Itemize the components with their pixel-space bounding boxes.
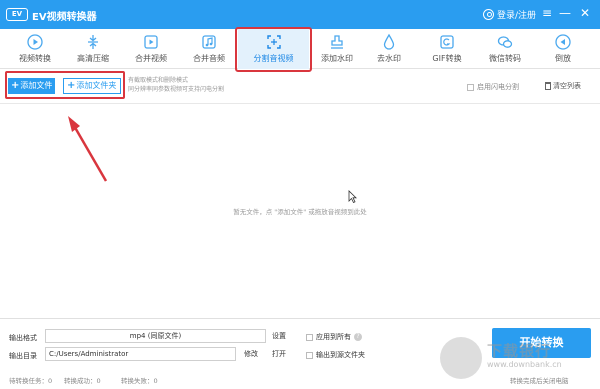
file-action-bar: +添加文件 +添加文件夹 有截取模式和删除模式 同分辨率同参数视频可支持闪电分割… bbox=[0, 70, 600, 104]
help-icon[interactable]: ? bbox=[354, 333, 362, 341]
tool-label: GIF转换 bbox=[432, 54, 462, 63]
settings-button[interactable]: 设置 bbox=[272, 329, 286, 343]
clear-list-label: 清空列表 bbox=[553, 82, 581, 90]
login-register-button[interactable]: 登录/注册 bbox=[483, 8, 536, 21]
minimize-icon[interactable]: — bbox=[558, 6, 572, 20]
tool-merge-audio[interactable]: 合并音频 bbox=[180, 29, 238, 69]
tool-label: 合并音频 bbox=[193, 54, 225, 63]
tool-video-convert[interactable]: 视频转换 bbox=[6, 29, 64, 69]
output-to-source-checkbox[interactable]: 输出到源文件夹 bbox=[306, 350, 365, 360]
watermark-logo bbox=[440, 337, 482, 379]
close-icon[interactable]: ✕ bbox=[578, 6, 592, 20]
flash-split-checkbox[interactable]: 启用闪电分割 bbox=[467, 82, 519, 92]
add-file-button[interactable]: +添加文件 bbox=[8, 78, 55, 94]
clear-list-button[interactable]: 清空列表 bbox=[545, 81, 581, 91]
merge-video-icon bbox=[144, 35, 158, 49]
tool-label: 合并视频 bbox=[135, 54, 167, 63]
output-format-label: 输出格式 bbox=[9, 334, 37, 342]
tool-compress[interactable]: 高清压缩 bbox=[64, 29, 122, 69]
login-label: 登录/注册 bbox=[497, 11, 537, 21]
split-icon bbox=[266, 35, 281, 49]
wechat-icon bbox=[497, 36, 513, 48]
trash-icon bbox=[545, 82, 551, 90]
remove-watermark-icon bbox=[383, 33, 395, 50]
app-logo: EV bbox=[6, 8, 28, 21]
add-folder-label: 添加文件夹 bbox=[76, 81, 117, 90]
add-folder-button[interactable]: +添加文件夹 bbox=[63, 78, 121, 94]
user-icon bbox=[483, 9, 494, 20]
checkbox-box bbox=[467, 83, 474, 91]
gif-icon bbox=[440, 35, 454, 49]
reverse-icon bbox=[555, 34, 571, 50]
tool-label: 倒放 bbox=[555, 54, 571, 63]
tool-merge-video[interactable]: 合并视频 bbox=[122, 29, 180, 69]
tool-split[interactable]: 分割音视频 bbox=[238, 29, 309, 69]
tool-label: 高清压缩 bbox=[77, 54, 109, 63]
watermark-name: 下载银行 bbox=[487, 342, 552, 360]
output-dir-input[interactable]: C:/Users/Administrator bbox=[45, 347, 236, 361]
watermark-stamp-icon bbox=[331, 35, 343, 49]
merge-audio-icon bbox=[202, 35, 216, 49]
empty-list-message: 暂无文件，点 "添加文件" 或拖放音视频到此处 bbox=[233, 208, 367, 216]
hint-line-1: 有截取模式和删除模式 bbox=[128, 77, 189, 84]
after-convert-shutdown-label[interactable]: 转换完成后关闭电脑 bbox=[510, 375, 569, 385]
mouse-cursor-icon bbox=[348, 190, 357, 203]
menu-icon[interactable]: ≡ bbox=[540, 6, 554, 20]
tool-label: 分割音视频 bbox=[253, 54, 294, 63]
output-format-select[interactable]: mp4 (同原文件) bbox=[45, 329, 266, 343]
checkbox-box bbox=[306, 333, 313, 341]
tool-add-watermark[interactable]: 添加水印 bbox=[308, 29, 366, 69]
feature-toolbar: 视频转换 高清压缩 合并视频 合并音频 分割音视频 添加水印 去水印 GIF转换… bbox=[0, 29, 600, 69]
compress-icon bbox=[88, 35, 98, 49]
video-convert-icon bbox=[27, 34, 43, 50]
app-title: EV视频转换器 bbox=[32, 12, 97, 23]
tool-wechat[interactable]: 微信转码 bbox=[476, 29, 534, 69]
tool-gif[interactable]: GIF转换 bbox=[418, 29, 476, 69]
tool-label: 视频转换 bbox=[19, 54, 51, 63]
add-file-label: 添加文件 bbox=[20, 81, 53, 90]
plus-icon: + bbox=[67, 80, 76, 91]
watermark-url: www.downbank.cn bbox=[487, 360, 562, 369]
tool-label: 微信转码 bbox=[489, 54, 521, 63]
status-success: 转换成功：0 bbox=[64, 377, 101, 385]
tool-remove-watermark[interactable]: 去水印 bbox=[360, 29, 418, 69]
tool-label: 添加水印 bbox=[321, 54, 353, 63]
mode-hint: 有截取模式和删除模式 同分辨率同参数视频可支持闪电分割 bbox=[128, 76, 224, 94]
status-pending: 待转换任务：0 bbox=[9, 377, 53, 385]
hint-line-2: 同分辨率同参数视频可支持闪电分割 bbox=[128, 86, 225, 93]
tool-label: 去水印 bbox=[377, 54, 401, 63]
status-failed: 转换失败：0 bbox=[121, 377, 158, 385]
flash-split-label: 启用闪电分割 bbox=[477, 83, 519, 91]
modify-dir-button[interactable]: 修改 bbox=[244, 347, 258, 361]
apply-all-checkbox[interactable]: 应用到所有 ? bbox=[306, 332, 362, 342]
output-dir-label: 输出目录 bbox=[9, 352, 37, 360]
apply-all-label: 应用到所有 bbox=[316, 333, 351, 341]
open-dir-button[interactable]: 打开 bbox=[272, 347, 286, 361]
plus-icon: + bbox=[11, 80, 20, 91]
output-to-source-label: 输出到源文件夹 bbox=[316, 351, 365, 359]
checkbox-box bbox=[306, 351, 313, 359]
title-bar: EV EV视频转换器 登录/注册 ≡ — ✕ bbox=[0, 0, 600, 29]
tool-reverse[interactable]: 倒放 bbox=[534, 29, 592, 69]
